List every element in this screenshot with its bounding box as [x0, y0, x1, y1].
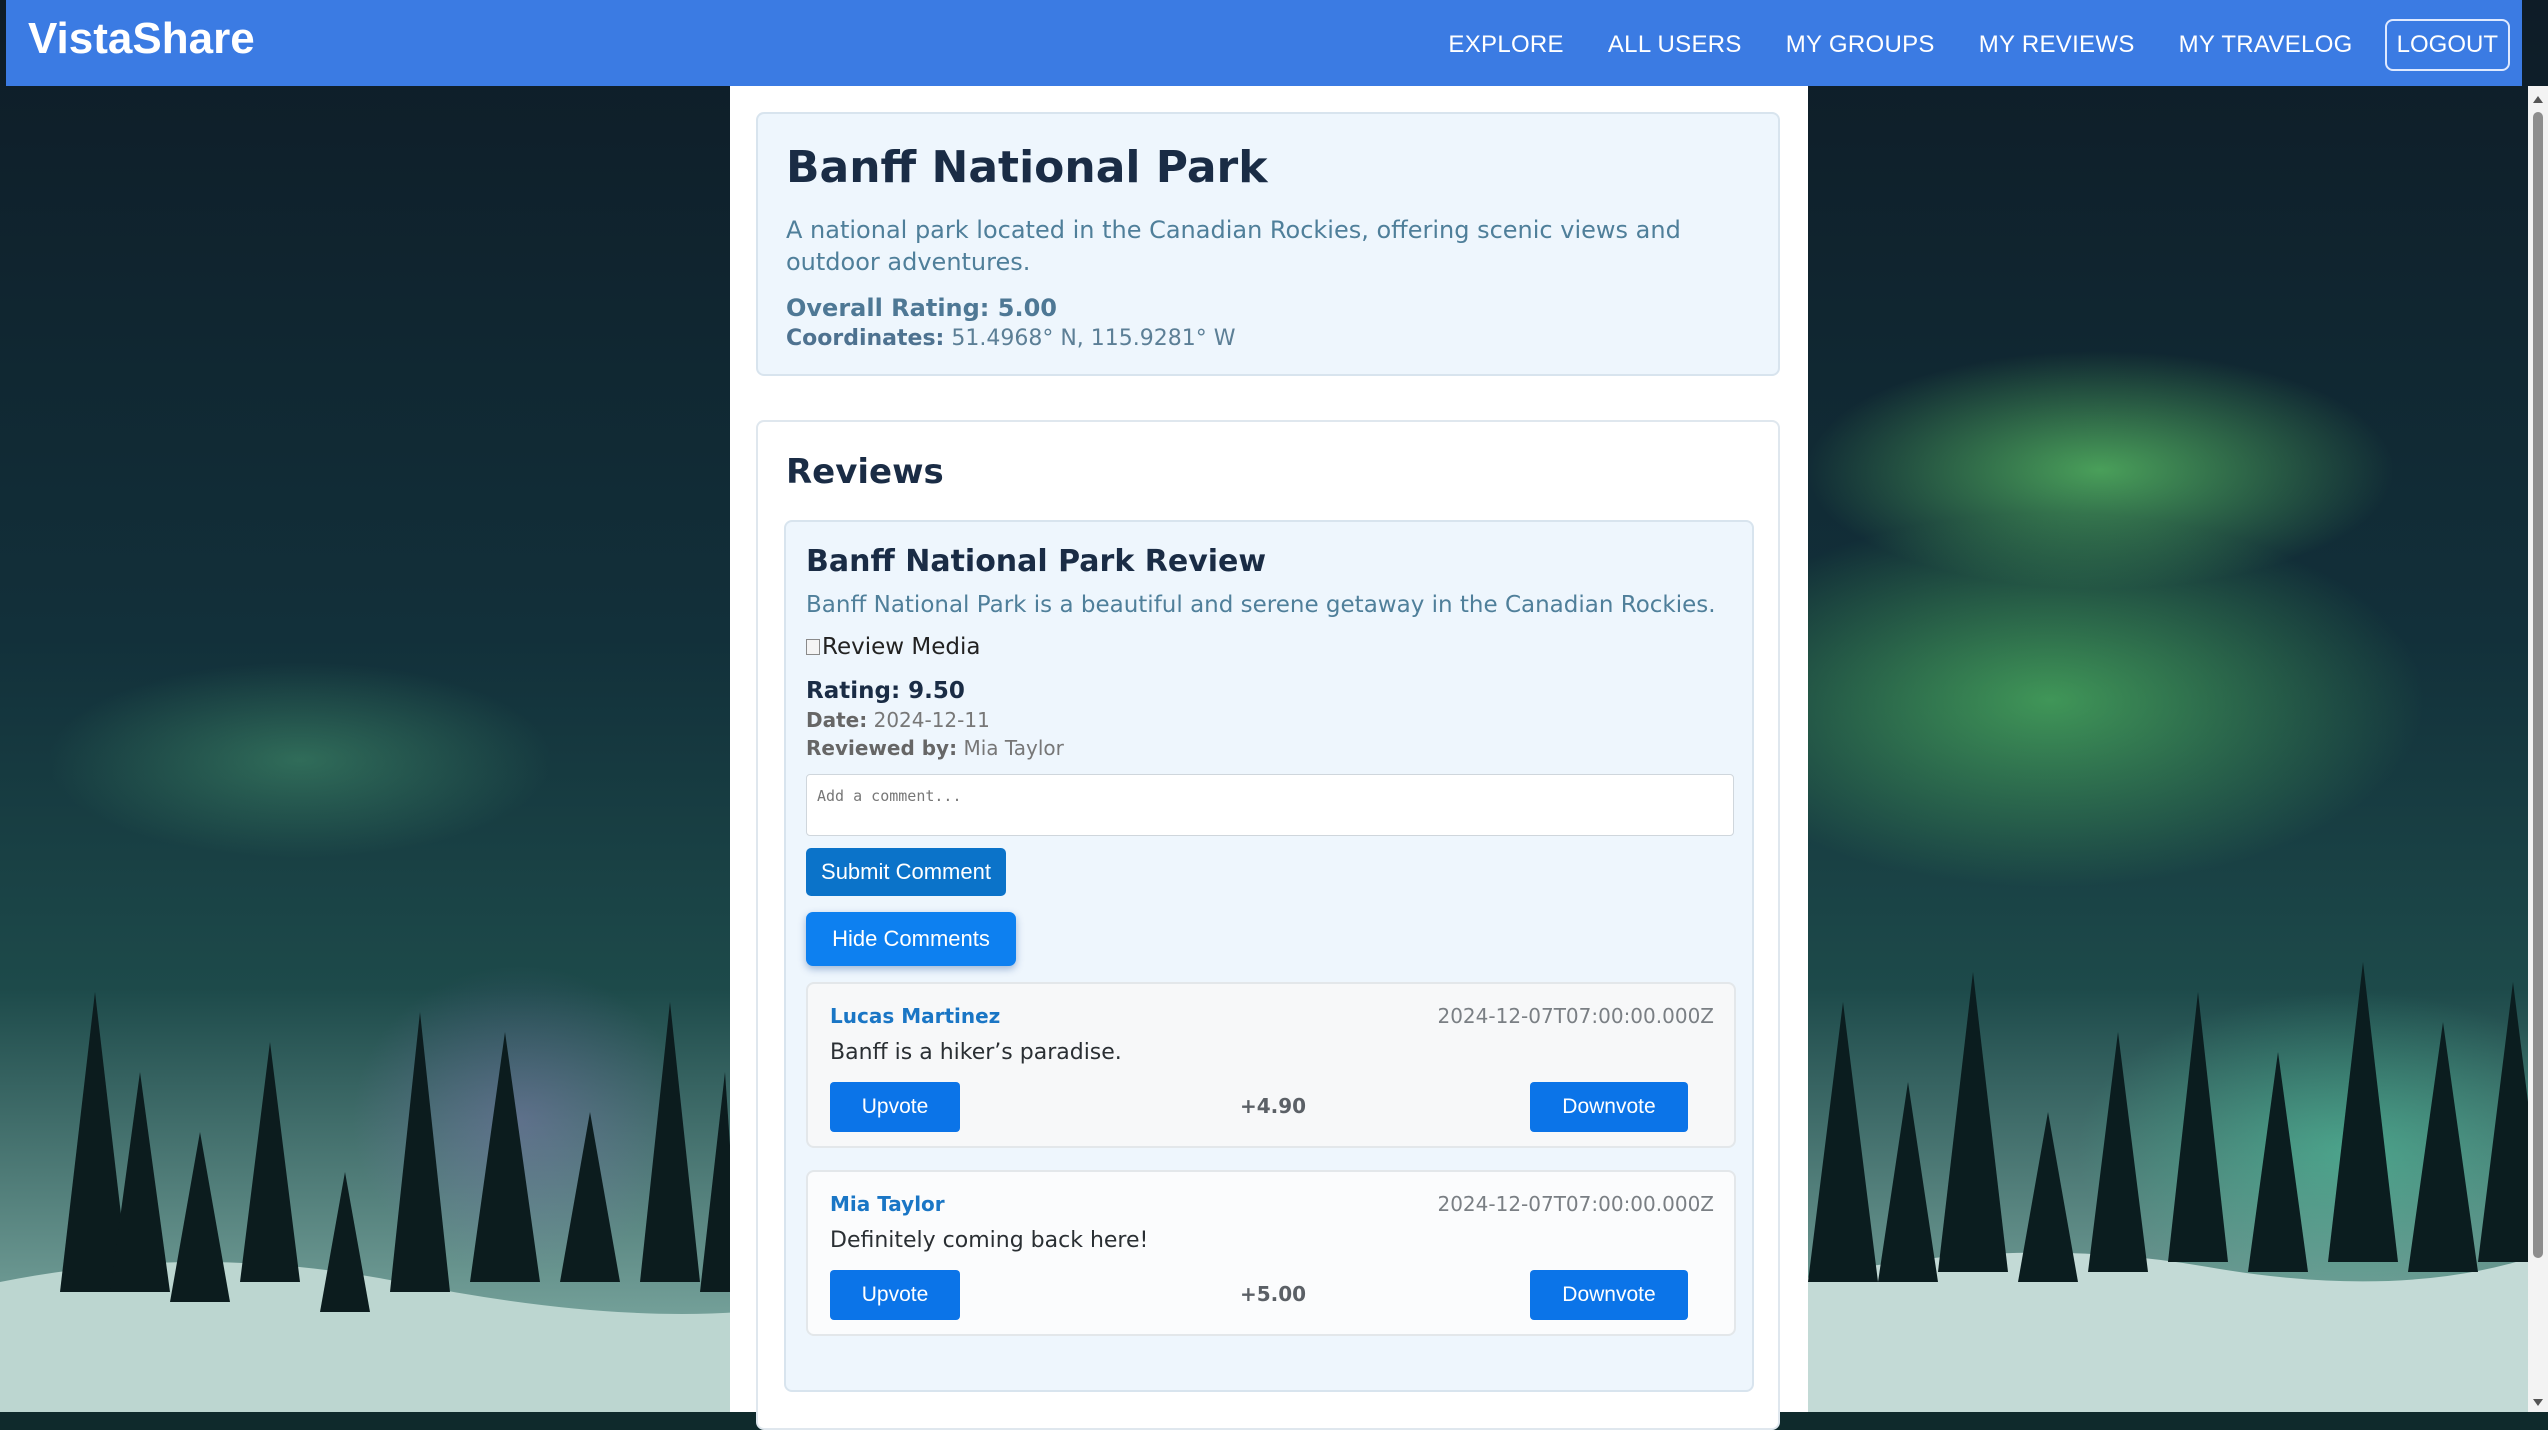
- comment-text: Definitely coming back here!: [830, 1228, 1149, 1253]
- scroll-down-arrow-icon[interactable]: [2533, 1399, 2543, 1406]
- review-title: Banff National Park Review: [806, 544, 1267, 579]
- comment-author[interactable]: Lucas Martinez: [830, 1004, 1000, 1028]
- logout-button[interactable]: LOGOUT: [2384, 19, 2510, 71]
- comment-item: Mia Taylor 2024-12-07T07:00:00.000Z Defi…: [806, 1170, 1736, 1336]
- broken-image-icon: [806, 639, 820, 655]
- nav-my-reviews[interactable]: MY REVIEWS: [1979, 31, 2135, 59]
- reviews-heading: Reviews: [786, 452, 944, 492]
- review-author: Reviewed by: Mia Taylor: [806, 736, 1064, 760]
- upvote-button[interactable]: Upvote: [830, 1270, 960, 1320]
- pine-trees-right-decoration: [1788, 962, 2548, 1412]
- comment-date: 2024-12-07T07:00:00.000Z: [1437, 1004, 1714, 1028]
- coordinates-value: 51.4968° N, 115.9281° W: [951, 326, 1236, 351]
- review-date-label: Date:: [806, 708, 868, 732]
- hide-comments-button[interactable]: Hide Comments: [806, 912, 1016, 966]
- park-info-card: Banff National Park A national park loca…: [756, 112, 1780, 376]
- review-media-alt-text: Review Media: [822, 634, 981, 660]
- nav-my-travelog[interactable]: MY TRAVELOG: [2179, 31, 2353, 59]
- page-scrollbar[interactable]: [2528, 86, 2548, 1412]
- downvote-button[interactable]: Downvote: [1530, 1270, 1688, 1320]
- comment-author[interactable]: Mia Taylor: [830, 1192, 945, 1216]
- main-content: Banff National Park A national park loca…: [730, 86, 1808, 1430]
- vote-score: +4.90: [1239, 1094, 1307, 1118]
- nav-explore[interactable]: EXPLORE: [1448, 31, 1563, 59]
- coordinates-label: Coordinates:: [786, 326, 945, 351]
- nav-menu: EXPLORE ALL USERS MY GROUPS MY REVIEWS M…: [1448, 19, 2510, 71]
- comment-input[interactable]: [806, 774, 1734, 836]
- park-overall-rating: Overall Rating: 5.00: [786, 294, 1057, 322]
- review-date-value: 2024-12-11: [873, 708, 990, 732]
- scroll-up-arrow-icon[interactable]: [2533, 96, 2543, 103]
- downvote-button[interactable]: Downvote: [1530, 1082, 1688, 1132]
- nav-my-groups[interactable]: MY GROUPS: [1786, 31, 1935, 59]
- park-coordinates: Coordinates: 51.4968° N, 115.9281° W: [786, 326, 1236, 351]
- review-rating: Rating: 9.50: [806, 678, 965, 704]
- comment-text: Banff is a hiker’s paradise.: [830, 1040, 1122, 1065]
- nav-all-users[interactable]: ALL USERS: [1608, 31, 1742, 59]
- review-text: Banff National Park is a beautiful and s…: [806, 592, 1716, 618]
- scrollbar-thumb[interactable]: [2533, 112, 2543, 1258]
- top-navbar: VistaShare EXPLORE ALL USERS MY GROUPS M…: [6, 0, 2522, 86]
- brand-logo[interactable]: VistaShare: [28, 14, 255, 64]
- upvote-button[interactable]: Upvote: [830, 1082, 960, 1132]
- reviews-section: Reviews Banff National Park Review Banff…: [756, 420, 1780, 1430]
- park-title: Banff National Park: [786, 142, 1268, 193]
- review-card: Banff National Park Review Banff Nationa…: [784, 520, 1754, 1392]
- reviewed-by-label: Reviewed by:: [806, 736, 958, 760]
- review-media-image: Review Media: [806, 634, 980, 660]
- comment-item: Lucas Martinez 2024-12-07T07:00:00.000Z …: [806, 982, 1736, 1148]
- submit-comment-button[interactable]: Submit Comment: [806, 848, 1006, 896]
- reviewed-by-value: Mia Taylor: [963, 736, 1064, 760]
- comment-date: 2024-12-07T07:00:00.000Z: [1437, 1192, 1714, 1216]
- park-description: A national park located in the Canadian …: [786, 216, 1681, 276]
- pine-trees-left-decoration: [0, 992, 740, 1412]
- vote-score: +5.00: [1239, 1282, 1307, 1306]
- review-date: Date: 2024-12-11: [806, 708, 990, 732]
